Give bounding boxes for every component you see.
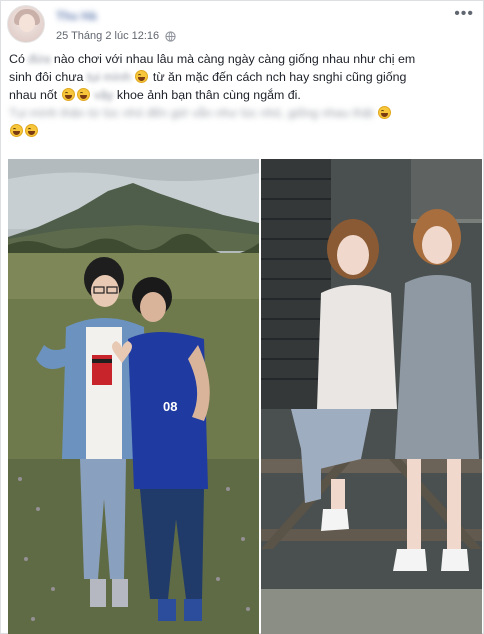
text-segment: nào chơi với nhau lâu mà càng ngày càng … — [53, 52, 416, 66]
text-segment: từ ăn mặc đến cách nch hay snghi cũng gi… — [152, 70, 407, 84]
laughing-emoji-icon — [61, 88, 75, 101]
post-meta: 25 Tháng 2 lúc 12:16 — [56, 30, 176, 42]
more-options-icon[interactable]: ••• — [454, 6, 474, 22]
post-text-line — [9, 122, 477, 140]
childhood-friends-photo[interactable]: 08 — [8, 159, 259, 634]
post-text-line: Có đứa nào chơi với nhau lâu mà càng ngà… — [9, 50, 477, 68]
post-text-line: sinh đôi chưa tụi mình từ ăn mặc đến các… — [9, 68, 477, 86]
jersey-number: 08 — [163, 399, 177, 414]
childhood-photo-illustration: 08 — [8, 159, 259, 634]
grown-up-photo-illustration — [261, 159, 482, 634]
avatar-face — [19, 14, 35, 32]
blurred-text: tụi mình — [86, 70, 131, 84]
laughing-emoji-icon — [76, 88, 90, 101]
photo-collage: 08 — [8, 159, 482, 634]
text-segment: Có — [9, 52, 25, 66]
avatar[interactable] — [7, 5, 45, 43]
laughing-emoji-icon — [10, 124, 23, 137]
text-segment: khoe ảnh bạn thân cùng ngắm đi. — [116, 88, 301, 102]
blurred-text: Tụi mình thân từ lúc nhỏ đến giờ vẫn như… — [9, 106, 374, 120]
grinning-emoji-icon — [135, 70, 149, 83]
post-text-line: nhau nốt vậy khoe ảnh bạn thân cùng ngắm… — [9, 86, 477, 104]
text-segment: sinh đôi chưa — [9, 70, 84, 84]
blurred-text: đứa — [28, 52, 51, 66]
blurred-text: vậy — [94, 88, 114, 102]
facebook-post: Thu Hà 25 Tháng 2 lúc 12:16 ••• Có đứa n… — [0, 0, 484, 634]
post-timestamp[interactable]: 25 Tháng 2 lúc 12:16 — [56, 30, 159, 42]
author-name[interactable]: Thu Hà — [56, 9, 97, 23]
grown-up-friends-photo[interactable] — [261, 159, 482, 634]
text-segment: nhau nốt — [9, 88, 58, 102]
laughing-emoji-icon — [25, 124, 38, 137]
globe-icon — [165, 30, 176, 42]
laughing-emoji-icon — [377, 106, 391, 119]
post-text: Có đứa nào chơi với nhau lâu mà càng ngà… — [9, 50, 477, 140]
post-text-line: Tụi mình thân từ lúc nhỏ đến giờ vẫn như… — [9, 104, 477, 122]
